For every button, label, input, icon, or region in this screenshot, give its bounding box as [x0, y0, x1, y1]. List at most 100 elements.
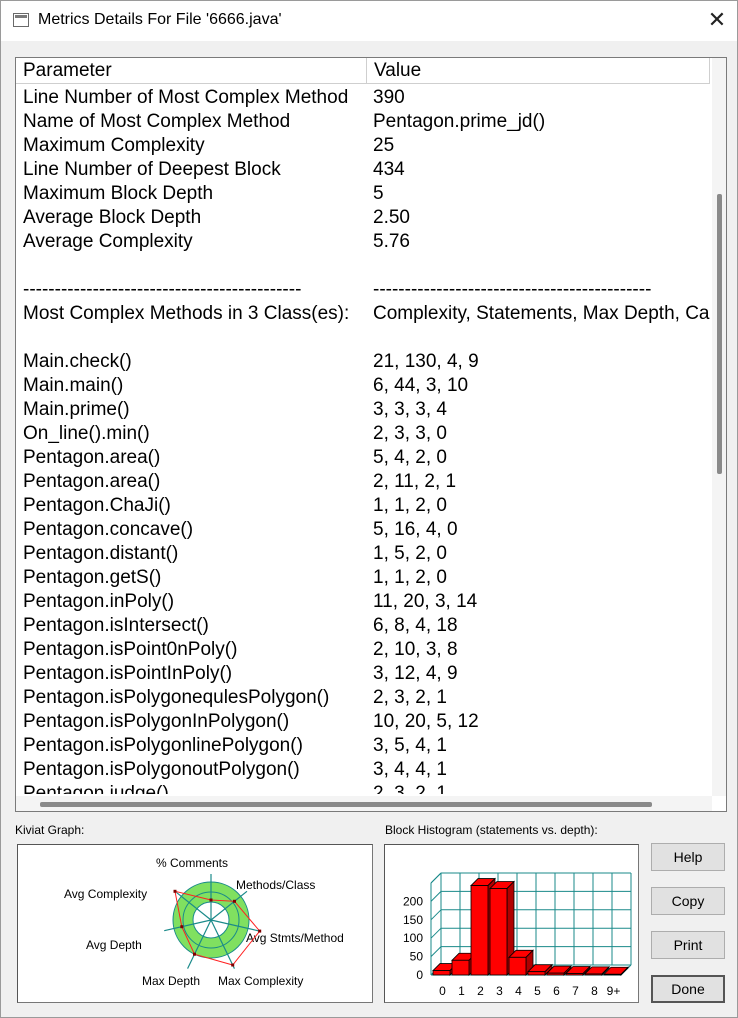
close-button[interactable]: ✕ — [697, 1, 737, 41]
table-row[interactable]: Pentagon.isPolygonlinePolygon() 3, 5, 4, … — [16, 734, 710, 758]
table-row[interactable]: Main.main() 6, 44, 3, 10 — [16, 374, 710, 398]
histogram-gridline — [430, 927, 442, 939]
table-row[interactable]: Pentagon.isPoint0nPoly() 2, 10, 3, 8 — [16, 638, 710, 662]
parameter-cell: Pentagon.isPolygonequlesPolygon() — [23, 687, 330, 708]
table-row[interactable]: Average Block Depth 2.50 — [16, 206, 710, 230]
kiviat-graph: % Comments Methods/Class Avg Stmts/Method M… — [17, 844, 373, 1003]
histogram-x-tick-label: 1 — [458, 984, 465, 998]
table-row[interactable]: Main.prime() 3, 3, 3, 4 — [16, 398, 710, 422]
value-cell: 25 — [373, 135, 395, 156]
value-cell: 1, 5, 2, 0 — [373, 543, 447, 564]
histogram-y-tick-label: 0 — [416, 968, 423, 982]
table-row[interactable]: Pentagon.isPointInPoly() 3, 12, 4, 9 — [16, 662, 710, 686]
table-row[interactable]: On_line().min() 2, 3, 3, 0 — [16, 422, 710, 446]
value-cell: 5.76 — [373, 231, 410, 252]
histogram-x-tick-label: 9+ — [607, 984, 621, 998]
parameter-cell: Pentagon.getS() — [23, 567, 162, 588]
parameter-cell: Most Complex Methods in 3 Class(es): — [23, 303, 350, 324]
parameter-cell: Pentagon.isPolygonInPolygon() — [23, 711, 290, 732]
parameter-cell: Pentagon.inPoly() — [23, 591, 175, 612]
column-header-parameter[interactable]: Parameter — [16, 58, 367, 83]
table-row[interactable]: ----------------------------------------… — [16, 278, 710, 302]
horizontal-scrollbar[interactable] — [16, 796, 712, 811]
kiviat-axis-label: Avg Complexity — [64, 887, 147, 901]
table-row[interactable]: Pentagon.isPolygonequlesPolygon() 2, 3, 2… — [16, 686, 710, 710]
kiviat-point — [258, 929, 262, 933]
table-row[interactable]: Most Complex Methods in 3 Class(es): Comp… — [16, 302, 710, 326]
parameter-cell: Name of Most Complex Method — [23, 111, 291, 132]
block-histogram-svg: 0501001502000 1 2 3 4 5 6 7 8 9+ — [403, 872, 632, 998]
parameter-cell: Pentagon.ChaJi() — [23, 495, 171, 516]
table-row[interactable]: Main.check() 21, 130, 4, 9 — [16, 350, 710, 374]
table-row[interactable]: Pentagon.area() 5, 4, 2, 0 — [16, 446, 710, 470]
table-row[interactable]: Average Complexity 5.76 — [16, 230, 710, 254]
kiviat-axis-label: Methods/Class — [236, 878, 315, 892]
value-cell: 21, 130, 4, 9 — [373, 351, 479, 372]
value-cell: 11, 20, 3, 14 — [373, 591, 478, 612]
kiviat-axis-label: Avg Depth — [86, 938, 142, 952]
table-row[interactable]: Pentagon.ChaJi() 1, 1, 2, 0 — [16, 494, 710, 518]
histogram-y-tick-label: 50 — [410, 950, 424, 964]
value-cell: 2, 3, 3, 0 — [373, 423, 447, 444]
metrics-listview[interactable]: Parameter Value Line Number of Most Comp… — [15, 57, 727, 812]
table-row[interactable]: Line Number of Most Complex Method 390 — [16, 86, 710, 110]
parameter-cell: Pentagon.isPolygonoutPolygon() — [23, 759, 300, 780]
help-button[interactable]: Help — [651, 843, 725, 871]
parameter-cell: Line Number of Deepest Block — [23, 159, 281, 180]
table-row[interactable]: Pentagon.getS() 1, 1, 2, 0 — [16, 566, 710, 590]
value-cell: 2, 3, 2, 1 — [373, 783, 447, 794]
table-row[interactable]: Maximum Complexity 25 — [16, 134, 710, 158]
kiviat-point — [180, 925, 184, 929]
table-row[interactable]: Pentagon.isPolygonInPolygon() 10, 20, 5, … — [16, 710, 710, 734]
table-row[interactable]: Pentagon.distant() 1, 5, 2, 0 — [16, 542, 710, 566]
table-row[interactable] — [16, 326, 710, 350]
parameter-cell: Main.prime() — [23, 399, 130, 420]
value-cell: 434 — [373, 159, 405, 180]
vertical-scrollbar[interactable] — [712, 58, 726, 796]
table-row[interactable]: Pentagon.concave() 5, 16, 4, 0 — [16, 518, 710, 542]
value-cell: 5, 16, 4, 0 — [373, 519, 458, 540]
column-header-value[interactable]: Value — [367, 58, 710, 83]
kiviat-graph-svg: % Comments Methods/Class Avg Stmts/Method M… — [64, 856, 344, 988]
table-row[interactable]: Pentagon.isPolygonoutPolygon() 3, 4, 4, 1 — [16, 758, 710, 782]
kiviat-axis-label: Max Depth — [142, 974, 200, 988]
histogram-x-tick-label: 0 — [439, 984, 446, 998]
table-row[interactable]: Pentagon.area() 2, 11, 2, 1 — [16, 470, 710, 494]
parameter-cell: Maximum Block Depth — [23, 183, 214, 204]
value-cell: 10, 20, 5, 12 — [373, 711, 479, 732]
table-row[interactable]: Maximum Block Depth 5 — [16, 182, 710, 206]
value-cell: 2, 3, 2, 1 — [373, 687, 447, 708]
listview-rows: Line Number of Most Complex Method 390 Nam… — [16, 86, 710, 794]
histogram-y-tick-label: 150 — [403, 913, 423, 927]
window-title: Metrics Details For File '6666.java' — [38, 11, 282, 28]
parameter-cell: ----------------------------------------… — [23, 279, 302, 300]
copy-button[interactable]: Copy — [651, 887, 725, 915]
table-row[interactable]: Pentagon.judge() 2, 3, 2, 1 — [16, 782, 710, 794]
app-window-icon — [13, 13, 29, 27]
table-row[interactable] — [16, 254, 710, 278]
histogram-x-tick-label: 8 — [591, 984, 598, 998]
print-button[interactable]: Print — [651, 931, 725, 959]
table-row[interactable]: Pentagon.isIntersect() 6, 8, 4, 18 — [16, 614, 710, 638]
parameter-cell: Average Block Depth — [23, 207, 202, 228]
histogram-y-tick-label: 200 — [403, 894, 423, 908]
table-row[interactable]: Pentagon.inPoly() 11, 20, 3, 14 — [16, 590, 710, 614]
vertical-scroll-thumb[interactable] — [717, 194, 722, 474]
metrics-details-window: Metrics Details For File '6666.java' ✕ P… — [0, 0, 738, 1018]
histogram-gridline — [430, 891, 442, 902]
parameter-cell: Main.main() — [23, 375, 124, 396]
value-cell: 2.50 — [373, 207, 410, 228]
value-cell: 2, 10, 3, 8 — [373, 639, 458, 660]
kiviat-point — [233, 899, 236, 903]
kiviat-point — [193, 952, 196, 956]
table-row[interactable]: Line Number of Deepest Block 434 — [16, 158, 710, 182]
value-cell: 2, 11, 2, 1 — [373, 471, 457, 492]
table-row[interactable]: Name of Most Complex Method Pentagon.prim… — [16, 110, 710, 134]
horizontal-scroll-thumb[interactable] — [40, 802, 652, 807]
value-cell: 1, 1, 2, 0 — [373, 567, 447, 588]
value-cell: 3, 12, 4, 9 — [373, 663, 458, 684]
parameter-cell: Pentagon.distant() — [23, 543, 179, 564]
done-button[interactable]: Done — [651, 975, 725, 1003]
parameter-cell: Pentagon.isPolygonlinePolygon() — [23, 735, 303, 756]
histogram-x-tick-label: 6 — [553, 984, 560, 998]
